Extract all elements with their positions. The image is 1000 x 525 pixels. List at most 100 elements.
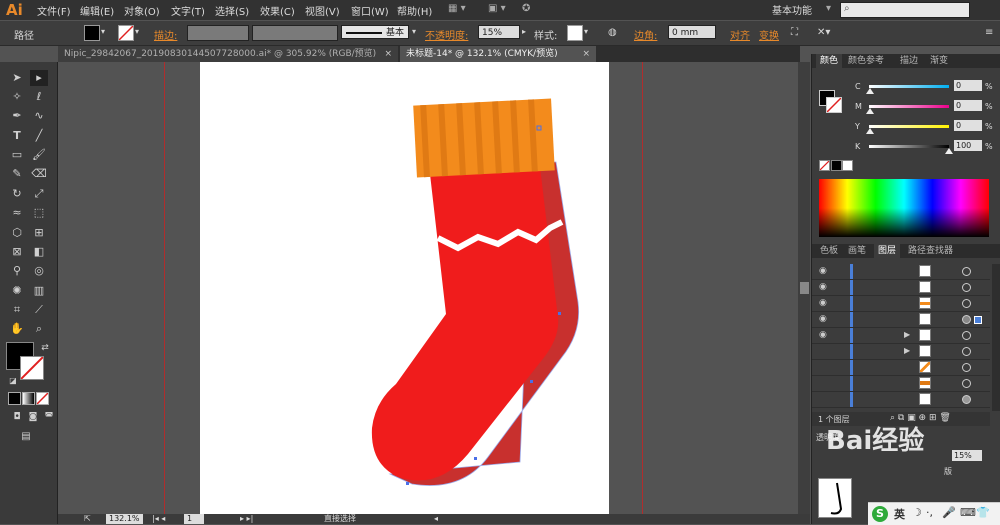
draw-inside-icon[interactable]: ◚ <box>40 409 58 425</box>
artboard-tool-icon[interactable]: ⌗ <box>8 302 26 318</box>
brush-dropdown-icon[interactable]: ▾ <box>412 27 416 36</box>
expand-arrow-icon[interactable]: ▶ <box>904 330 910 339</box>
workspace-switcher[interactable]: 基本功能 <box>772 2 812 17</box>
stroke-label[interactable]: 描边: <box>154 27 177 42</box>
perspective-grid-icon[interactable]: ⊞ <box>30 225 48 241</box>
curvature-tool-icon[interactable]: ∿ <box>30 108 48 124</box>
gradient-mode-icon[interactable] <box>22 392 35 405</box>
menu-window[interactable]: 窗口(W) <box>351 3 389 18</box>
slider-thumb[interactable] <box>866 128 874 134</box>
rectangle-tool-icon[interactable]: ▭ <box>8 147 26 163</box>
stroke-color-box[interactable] <box>20 356 44 380</box>
keyboard-icon[interactable]: ⌨ <box>960 506 976 519</box>
shape-builder-icon[interactable]: ⬡ <box>8 225 26 241</box>
paintbrush-icon[interactable]: 🖌 <box>30 147 48 163</box>
layer-row[interactable]: ◉ <box>812 264 990 280</box>
sync-icon[interactable]: ✪ <box>522 3 530 14</box>
transparency-opacity-field[interactable]: 15% <box>952 450 982 461</box>
gradient-tool-icon[interactable]: ◧ <box>30 244 48 260</box>
column-graph-icon[interactable]: ▥ <box>30 283 48 299</box>
target-icon[interactable] <box>962 331 971 340</box>
menu-type[interactable]: 文字(T) <box>171 3 205 18</box>
artboard-number-field[interactable]: 1 <box>184 514 205 524</box>
layer-row[interactable] <box>812 376 990 392</box>
hscroll-left-icon[interactable]: ◂ <box>434 514 438 524</box>
bridge-icon[interactable]: ▦ ▾ <box>448 3 466 14</box>
fill-swatch[interactable] <box>84 25 100 41</box>
eye-icon[interactable]: ◉ <box>819 330 827 340</box>
next-artboard-icon[interactable]: ▸ ▸| <box>240 514 253 524</box>
menu-effect[interactable]: 效果(C) <box>260 3 295 18</box>
close-icon[interactable]: × <box>582 46 590 62</box>
scroll-thumb[interactable] <box>800 282 809 294</box>
target-icon[interactable] <box>962 395 971 404</box>
slider-thumb[interactable] <box>945 148 953 154</box>
pen-tool-icon[interactable]: ✒ <box>8 108 26 124</box>
screen-mode-icon[interactable]: ▤ <box>17 429 35 445</box>
layer-row[interactable] <box>812 360 990 376</box>
type-tool-icon[interactable]: T <box>8 128 26 144</box>
magic-wand-icon[interactable]: ✧ <box>8 89 26 105</box>
select-similar-icon[interactable]: ✕▾ <box>817 27 830 38</box>
brush-definition-dropdown[interactable]: 基本 <box>341 25 409 39</box>
target-icon[interactable] <box>962 267 971 276</box>
white-color-icon[interactable] <box>842 160 853 171</box>
free-transform-icon[interactable]: ⬚ <box>30 205 48 221</box>
default-colors-icon[interactable]: ◪ <box>4 373 22 389</box>
corner-label[interactable]: 边角: <box>634 27 657 42</box>
align-link[interactable]: 对齐 <box>730 27 750 42</box>
stroke-swatch[interactable] <box>118 25 134 41</box>
warp-tool-icon[interactable]: ≈ <box>8 205 26 221</box>
ime-language-toggle[interactable]: 英 <box>894 506 905 522</box>
sock-body-shape[interactable] <box>371 167 559 481</box>
none-color-icon[interactable] <box>819 160 830 171</box>
slider-thumb[interactable] <box>866 108 874 114</box>
layers-scrollbar[interactable] <box>992 264 1000 411</box>
fill-dropdown-icon[interactable]: ▾ <box>101 27 105 36</box>
color-spectrum[interactable] <box>819 179 989 237</box>
target-icon[interactable] <box>962 347 971 356</box>
target-icon[interactable] <box>962 379 971 388</box>
eraser-icon[interactable]: ⌫ <box>30 166 48 182</box>
selection-indicator[interactable] <box>974 316 982 324</box>
tab-stroke[interactable]: 描边 <box>896 54 922 68</box>
menu-select[interactable]: 选择(S) <box>215 3 249 18</box>
menu-object[interactable]: 对象(O) <box>124 3 160 18</box>
slider-value[interactable]: 0 <box>954 120 982 131</box>
slider-track[interactable] <box>869 125 949 128</box>
search-input[interactable]: ⌕ <box>840 2 970 18</box>
pencil-icon[interactable]: ✎ <box>8 166 26 182</box>
eye-icon[interactable]: ◉ <box>819 266 827 276</box>
panel-stroke-swatch[interactable] <box>826 97 842 113</box>
first-artboard-icon[interactable]: |◂ ◂ <box>152 514 165 524</box>
menu-edit[interactable]: 编辑(E) <box>80 3 114 18</box>
layer-row[interactable]: ◉ <box>812 296 990 312</box>
menu-file[interactable]: 文件(F) <box>37 3 71 18</box>
blend-tool-icon[interactable]: ◎ <box>30 263 48 279</box>
artboard[interactable] <box>200 62 609 514</box>
expand-arrow-icon[interactable]: ▶ <box>904 346 910 355</box>
zoom-field[interactable]: 132.1% <box>106 514 143 524</box>
punctuation-icon[interactable]: ·, <box>926 506 933 519</box>
black-color-icon[interactable] <box>831 160 842 171</box>
tab-gradient[interactable]: 渐变 <box>926 54 952 68</box>
swap-colors-icon[interactable]: ⇄ <box>36 340 54 356</box>
scale-tool-icon[interactable]: ⤢ <box>30 186 48 202</box>
microphone-icon[interactable]: 🎤 <box>942 506 956 519</box>
slider-value[interactable]: 100 <box>954 140 982 151</box>
slider-value[interactable]: 0 <box>954 80 982 91</box>
christmas-sock-artwork[interactable] <box>200 62 609 514</box>
slider-track[interactable] <box>869 145 949 148</box>
menu-help[interactable]: 帮助(H) <box>397 3 432 18</box>
tab-swatches[interactable]: 色板 <box>816 244 842 258</box>
skin-icon[interactable]: 👕 <box>976 506 990 519</box>
tab-color[interactable]: 颜色 <box>816 54 843 68</box>
transform-link[interactable]: 变换 <box>759 27 779 42</box>
tab-pathfinder[interactable]: 路径查找器 <box>904 244 957 258</box>
selection-tool-icon[interactable]: ➤ <box>8 70 26 86</box>
tab-color-guide[interactable]: 颜色参考 <box>844 54 888 68</box>
target-icon[interactable] <box>962 363 971 372</box>
target-icon[interactable] <box>962 283 971 292</box>
color-mode-icon[interactable] <box>8 392 21 405</box>
panel-menu-icon[interactable]: ≡ <box>985 27 993 38</box>
